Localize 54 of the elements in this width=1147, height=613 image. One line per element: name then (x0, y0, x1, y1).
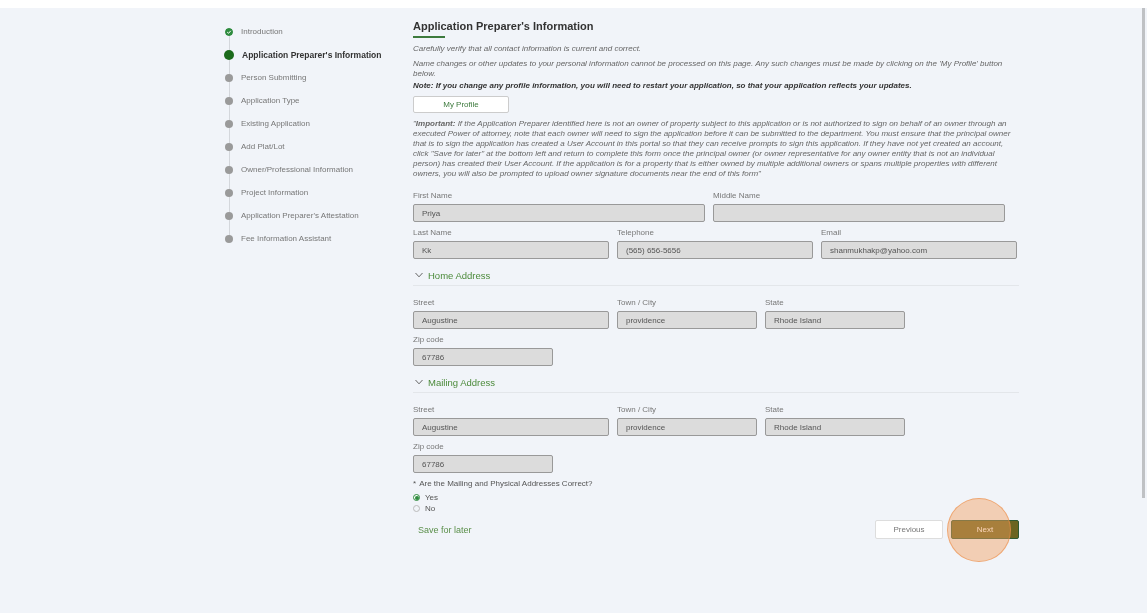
required-mark: * (413, 479, 417, 488)
step-label[interactable]: Existing Application (241, 119, 310, 128)
field-label: Last Name (413, 228, 453, 237)
input-field[interactable]: Augustine (413, 311, 609, 329)
field-label: Street (413, 405, 436, 414)
input-field[interactable]: 67786 (413, 455, 553, 473)
note-text: Note: If you change any profile information, you will need to restart your application, so that your application reflects your updates. (413, 81, 913, 91)
field-label: Town / City (617, 405, 658, 414)
input-field[interactable]: Rhode Island (765, 418, 905, 436)
field-label: State (765, 298, 785, 307)
my-profile-button[interactable]: My Profile (413, 96, 509, 113)
input-field[interactable]: providence (617, 418, 757, 436)
input-field[interactable]: Rhode Island (765, 311, 905, 329)
input-field[interactable]: 67786 (413, 348, 553, 366)
input-field[interactable]: (565) 656-5656 (617, 241, 813, 259)
page-title: Application Preparer's Information (413, 20, 595, 32)
question-label: Are the Mailing and Physical Addresses Correct? (419, 479, 593, 488)
instruction-text: Carefully verify that all contact information is current and correct. (413, 44, 643, 54)
chevron-icon[interactable] (415, 272, 423, 278)
step-label[interactable]: Application Preparer's Information (242, 49, 382, 60)
instruction-text: Name changes or other updates to your personal information cannot be processed on this page. Any such changes must be made by clicking on the 'My Profile' button below. (413, 59, 1004, 79)
step-label[interactable]: Person Submitting (241, 73, 307, 82)
input-field[interactable]: Augustine (413, 418, 609, 436)
previous-button[interactable]: Previous (875, 520, 943, 539)
field-label: Town / City (617, 298, 658, 307)
field-label: State (765, 405, 785, 414)
step-label[interactable]: Fee Information Assistant (241, 234, 332, 243)
step-label[interactable]: Application Type (241, 96, 300, 105)
step-label[interactable]: Project Information (241, 188, 309, 197)
input-field[interactable]: providence (617, 311, 757, 329)
chevron-icon[interactable] (415, 379, 423, 385)
field-label: Email (821, 228, 842, 237)
input-field[interactable]: Priya (413, 204, 705, 222)
field-label: Zip code (413, 442, 445, 451)
field-label: Zip code (413, 335, 445, 344)
important-text: "Important: If the Application Preparer identified here is not an owner of property subject to this application or is not authorized to sign on behalf of an owner through an executed Power of attorney, note that each owner will need to sign the application before it can be submitted to the department. You must ensure that the principal owner that is to sign the application has created a User Account in this portal so that they can receive prompts to sign this application. If they have not yet created an account, click "Save for later" at the bottom left and return to complete this form once the principal owner (or owner representative for any owner entity that is not an individual person) has created their User Account. If the application is for a property that is either owned by multiple additional owners or spans multiple properties with different owners, you will also be prompted to upload owner signature documents near the end of this form" (413, 119, 1012, 179)
scrollbar[interactable] (1142, 8, 1145, 498)
step-label[interactable]: Application Preparer's Attestation (241, 211, 359, 220)
radio-button[interactable] (413, 494, 420, 501)
field-label: First Name (413, 191, 454, 200)
save-for-later-link[interactable]: Save for later (413, 524, 472, 535)
input-field[interactable]: shanmukhakp@yahoo.com (821, 241, 1017, 259)
step-label[interactable]: Introduction (241, 27, 283, 36)
field-label: Telephone (617, 228, 655, 237)
option-label: Yes (425, 493, 439, 502)
step-label[interactable]: Add Plat/Lot (241, 142, 285, 151)
input-field[interactable]: Kk (413, 241, 609, 259)
step-label[interactable]: Owner/Professional Information (241, 165, 354, 174)
section-title[interactable]: Mailing Address (428, 376, 496, 388)
option-label: No (425, 504, 436, 513)
field-label: Street (413, 298, 436, 307)
input-field[interactable] (713, 204, 1005, 222)
field-label: Middle Name (713, 191, 762, 200)
section-title[interactable]: Home Address (428, 269, 491, 281)
